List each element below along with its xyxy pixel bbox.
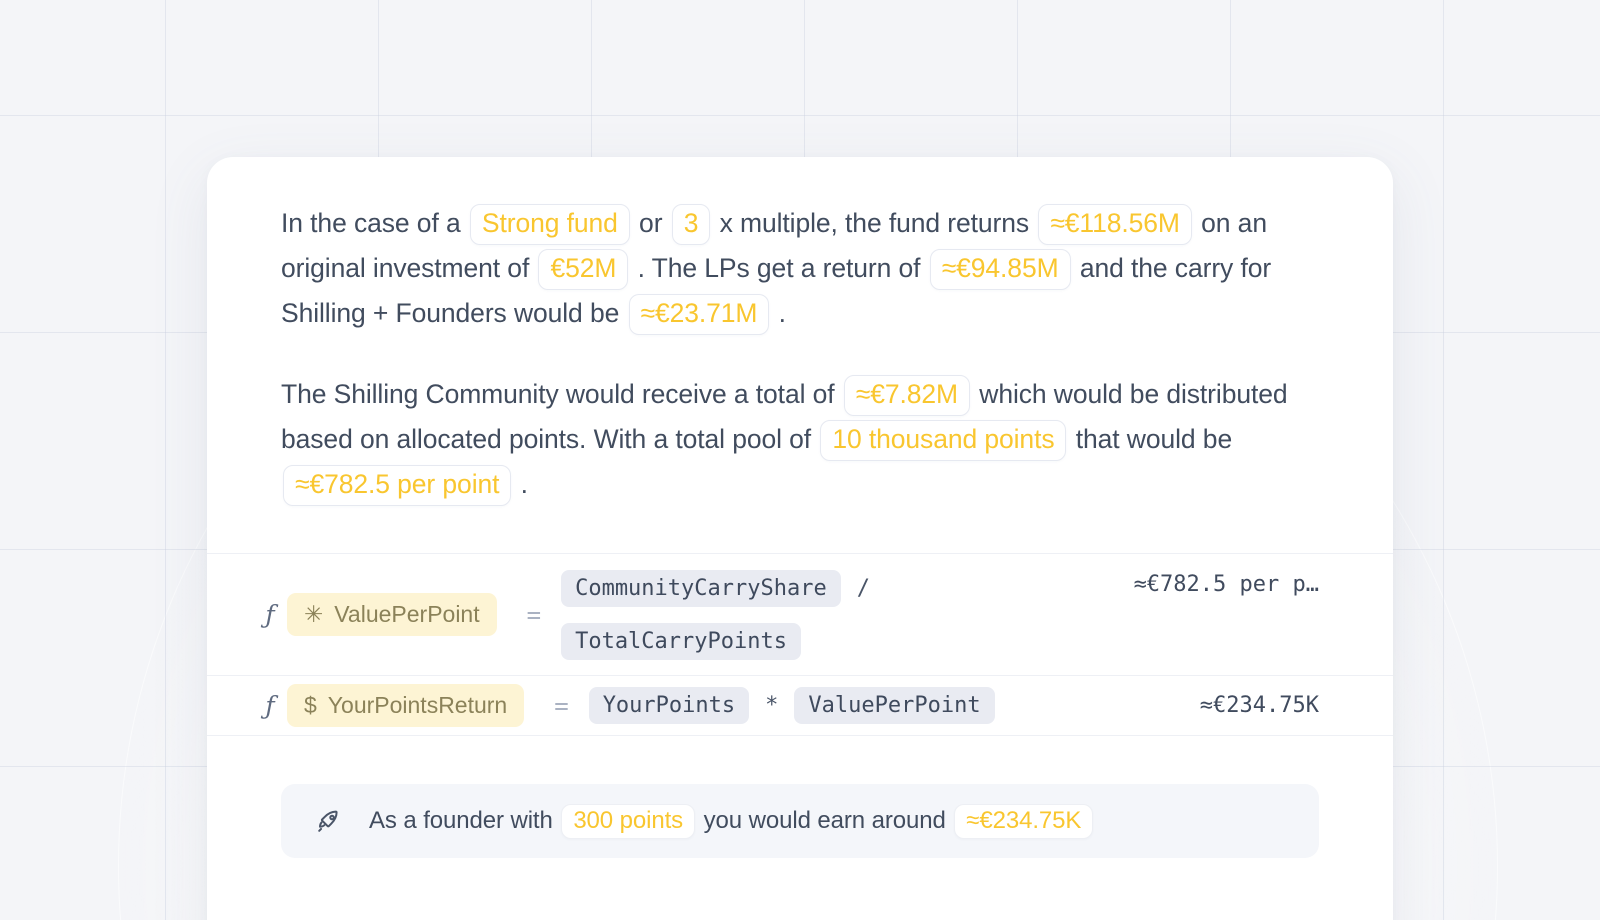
function-icon: ƒ (265, 600, 275, 629)
formula-expression[interactable]: YourPoints * ValuePerPoint (588, 687, 1172, 724)
scenario-prose: In the case of a Strong fund or 3 x mult… (207, 157, 1393, 507)
formula-expression[interactable]: CommunityCarryShare / TotalCarryPoints (561, 569, 1105, 660)
callout-section: As a founder with 300 points you would e… (207, 735, 1393, 858)
value-per-point-pill[interactable]: ≈€782.5 per point (283, 465, 512, 506)
expression-operator: * (765, 693, 779, 718)
multiple-pill[interactable]: 3 (671, 204, 711, 245)
expression-operator: / (856, 575, 870, 601)
formula-result: ≈€782.5 per p… (1133, 572, 1319, 597)
formula-name-chip[interactable]: ✳ ValuePerPoint (287, 593, 497, 636)
lp-return-pill[interactable]: ≈€94.85M (929, 249, 1071, 290)
expression-line: YourPoints * ValuePerPoint (588, 687, 1172, 724)
asterisk-icon: ✳ (304, 601, 324, 627)
founder-earnings-callout: As a founder with 300 points you would e… (281, 784, 1319, 858)
rocket-icon (315, 807, 343, 835)
dollar-icon: $ (304, 692, 317, 718)
equals-sign: = (554, 691, 569, 720)
scenario-paragraph: In the case of a Strong fund or 3 x mult… (281, 201, 1291, 336)
formula-label: ValuePerPoint (334, 601, 480, 627)
fund-returns-pill[interactable]: ≈€118.56M (1038, 204, 1192, 245)
formula-list: ƒ ✳ ValuePerPoint = CommunityCarryShare … (207, 553, 1393, 735)
function-icon: ƒ (265, 691, 275, 720)
formula-label: YourPointsReturn (327, 692, 508, 718)
original-investment-pill[interactable]: €52M (538, 249, 629, 290)
community-total-pill[interactable]: ≈€7.82M (843, 375, 971, 416)
community-paragraph: The Shilling Community would receive a t… (281, 372, 1291, 507)
expression-token[interactable]: TotalCarryPoints (561, 622, 801, 660)
expression-line: TotalCarryPoints (561, 622, 1105, 660)
scenario-card: In the case of a Strong fund or 3 x mult… (207, 157, 1393, 920)
formula-name-chip[interactable]: $ YourPointsReturn (287, 684, 525, 727)
formula-result: ≈€234.75K (1199, 693, 1319, 718)
fund-scenario-pill[interactable]: Strong fund (469, 204, 630, 245)
expression-token[interactable]: ValuePerPoint (794, 687, 995, 724)
expression-token[interactable]: CommunityCarryShare (561, 569, 841, 607)
your-points-return-formula[interactable]: ƒ $ YourPointsReturn = YourPoints * Valu… (207, 675, 1393, 735)
expression-line: CommunityCarryShare / (561, 569, 1105, 607)
expression-token[interactable]: YourPoints (588, 687, 750, 724)
carry-pill[interactable]: ≈€23.71M (628, 294, 770, 335)
total-points-pool-pill[interactable]: 10 thousand points (820, 420, 1067, 461)
equals-sign: = (526, 600, 542, 629)
founder-earnings-pill[interactable]: ≈€234.75K (954, 803, 1094, 839)
callout-text: As a founder with 300 points you would e… (369, 803, 1095, 839)
founder-points-pill[interactable]: 300 points (561, 803, 696, 839)
value-per-point-formula[interactable]: ƒ ✳ ValuePerPoint = CommunityCarryShare … (207, 553, 1393, 675)
